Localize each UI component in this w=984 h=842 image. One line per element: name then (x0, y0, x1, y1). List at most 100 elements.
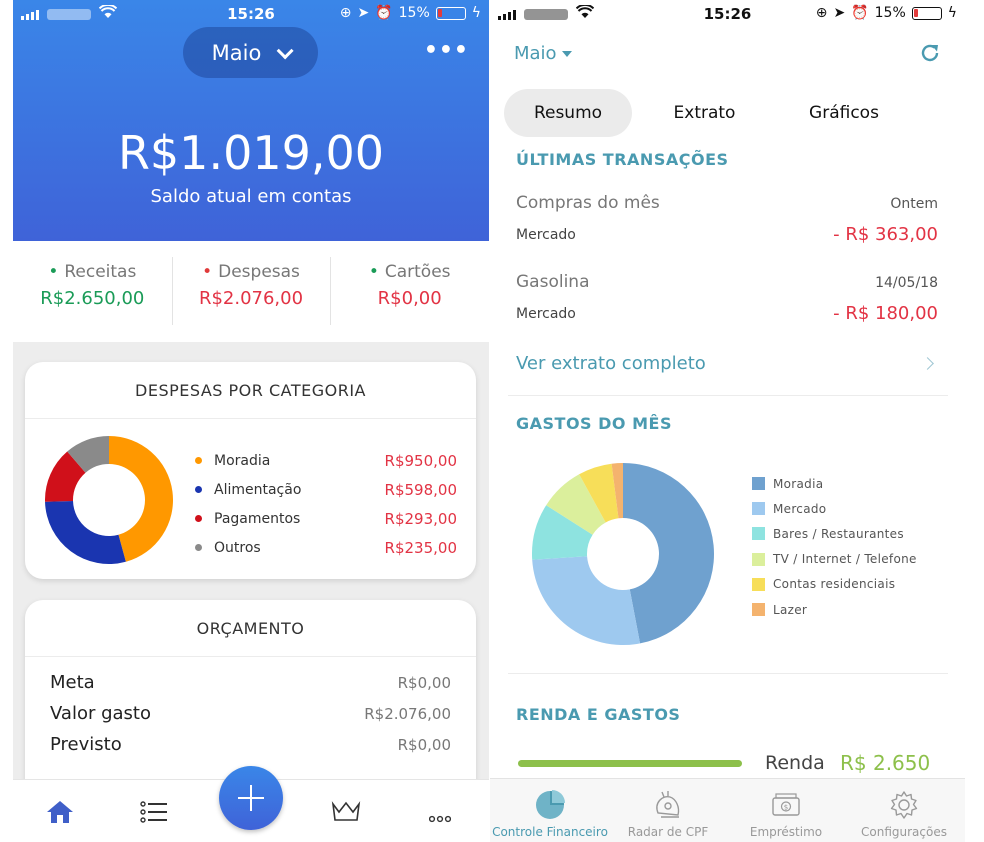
budget-row-spent: Valor gasto R$2.076,00 (25, 698, 476, 729)
budget-row-label: Meta (50, 672, 95, 693)
divider (508, 673, 948, 674)
signal-icon (21, 10, 39, 20)
location-icon: ➤ (357, 5, 370, 21)
category-row: Outros R$235,00 (195, 533, 457, 562)
category-row: Pagamentos R$293,00 (195, 504, 457, 533)
status-right: ⊕ ➤ ⏰ 15% ϟ (816, 5, 957, 21)
legend-label: Bares / Restaurantes (773, 526, 904, 541)
budget-title: ORÇAMENTO (25, 600, 476, 657)
status-right: ⊕ ➤ ⏰ 15% ϟ (340, 5, 481, 21)
bottom-tab-bar: Controle Financeiro Radar de CPF $ Empré… (490, 778, 965, 842)
expenses-by-category-title: DESPESAS POR CATEGORIA (25, 362, 476, 419)
summary-cards-value: R$0,00 (377, 288, 442, 309)
category-name: Alimentação (214, 481, 302, 498)
category-slice (45, 500, 126, 564)
legend-swatch (752, 577, 765, 591)
tab-loan[interactable]: $ Empréstimo (727, 785, 845, 839)
legend-swatch (752, 603, 765, 617)
spending-legend-item: Lazer (752, 597, 917, 622)
charging-icon: ϟ (471, 5, 481, 21)
summary-income[interactable]: Receitas R$2.650,00 (13, 241, 172, 342)
budget-rows: Meta R$0,00 Valor gasto R$2.076,00 Previst… (25, 657, 476, 760)
battery-icon (435, 6, 466, 20)
income-label: Renda (765, 752, 825, 774)
transaction-date: 14/05/18 (875, 275, 938, 291)
alarm-icon: ⏰ (375, 5, 393, 21)
right-phone-screen: 15:26 ⊕ ➤ ⏰ 15% ϟ Maio Resumo Extrato Gr… (490, 0, 965, 842)
income-bar (518, 760, 742, 767)
refresh-icon[interactable] (919, 42, 941, 68)
month-selector[interactable]: Maio (183, 27, 318, 78)
chevron-right-icon (921, 357, 934, 370)
category-amount: R$950,00 (384, 451, 457, 470)
month-selector[interactable]: Maio (514, 43, 572, 64)
category-amount: R$598,00 (384, 480, 457, 499)
transaction-category: Mercado (516, 227, 576, 243)
budget-row-forecast: Previsto R$0,00 (25, 729, 476, 760)
battery-icon (911, 6, 942, 20)
transaction-date: Ontem (890, 196, 938, 212)
gear-icon (845, 785, 963, 825)
category-dot (195, 457, 202, 464)
budget-row-label: Previsto (50, 734, 122, 755)
add-transaction-button[interactable] (219, 766, 283, 830)
carrier-name-redacted (47, 9, 91, 20)
crown-icon[interactable] (331, 800, 361, 828)
tab-extrato[interactable]: Extrato (652, 89, 757, 137)
legend-label: Contas residenciais (773, 577, 896, 592)
summary-strip: Receitas R$2.650,00 Despesas R$2.076,00 … (13, 241, 489, 342)
month-label: Maio (514, 43, 557, 64)
status-bar: 15:26 ⊕ ➤ ⏰ 15% ϟ (490, 0, 965, 28)
summary-expenses-label: Despesas (172, 262, 331, 282)
category-row: Moradia R$950,00 (195, 446, 457, 475)
month-label: Maio (211, 40, 262, 65)
budget-row-label: Valor gasto (50, 703, 151, 724)
spending-legend-item: Contas residenciais (752, 572, 917, 597)
more-icon[interactable] (428, 808, 452, 827)
tab-graficos[interactable]: Gráficos (792, 89, 896, 137)
list-icon[interactable] (140, 800, 168, 828)
tab-cpf-radar[interactable]: Radar de CPF (609, 785, 727, 839)
budget-row-value: R$0,00 (397, 673, 451, 692)
spending-legend-item: Bares / Restaurantes (752, 521, 917, 546)
legend-label: Lazer (773, 602, 808, 617)
view-full-statement-label: Ver extrato completo (516, 353, 706, 374)
charging-icon: ϟ (947, 5, 957, 21)
legend-label: Moradia (773, 476, 824, 491)
expenses-by-category-card[interactable]: DESPESAS POR CATEGORIA Moradia R$950,00 A… (25, 362, 476, 579)
category-amount: R$293,00 (384, 509, 457, 528)
budget-row-value: R$2.076,00 (364, 704, 451, 723)
summary-expenses[interactable]: Despesas R$2.076,00 (171, 241, 331, 342)
tab-settings[interactable]: Configurações (845, 785, 963, 839)
legend-swatch (752, 552, 765, 566)
category-dot (195, 515, 202, 522)
orientation-lock-icon: ⊕ (339, 5, 352, 21)
legend-label: Mercado (773, 501, 827, 516)
legend-swatch (752, 502, 765, 516)
monthly-spending-title: GASTOS DO MÊS (516, 414, 672, 433)
summary-cards-label: Cartões (330, 262, 489, 282)
legend-swatch (752, 477, 765, 491)
category-donut-chart (45, 436, 173, 564)
pie-chart-icon (491, 785, 609, 825)
category-dot (195, 544, 202, 551)
battery-percent: 15% (874, 5, 906, 21)
home-icon[interactable] (46, 800, 74, 828)
summary-expenses-value: R$2.076,00 (198, 288, 304, 309)
tab-resumo[interactable]: Resumo (504, 89, 632, 137)
category-name: Outros (214, 539, 261, 556)
radar-icon (609, 785, 727, 825)
legend-label: TV / Internet / Telefone (773, 552, 917, 567)
recent-transactions-title: ÚLTIMAS TRANSAÇÕES (516, 150, 729, 169)
status-time: 15:26 (703, 5, 752, 23)
spending-legend-item: TV / Internet / Telefone (752, 547, 917, 572)
view-full-statement-link[interactable]: Ver extrato completo (516, 353, 938, 374)
more-options-icon[interactable]: ••• (424, 38, 469, 63)
tab-label: Controle Financeiro (492, 825, 608, 839)
tab-financial-control[interactable]: Controle Financeiro (491, 785, 609, 839)
category-row: Alimentação R$598,00 (195, 475, 457, 504)
budget-row-value: R$0,00 (397, 735, 451, 754)
spending-legend: Moradia Mercado Bares / Restaurantes TV … (752, 471, 917, 622)
category-amount: R$235,00 (384, 538, 457, 557)
summary-cards[interactable]: Cartões R$0,00 (330, 241, 489, 342)
